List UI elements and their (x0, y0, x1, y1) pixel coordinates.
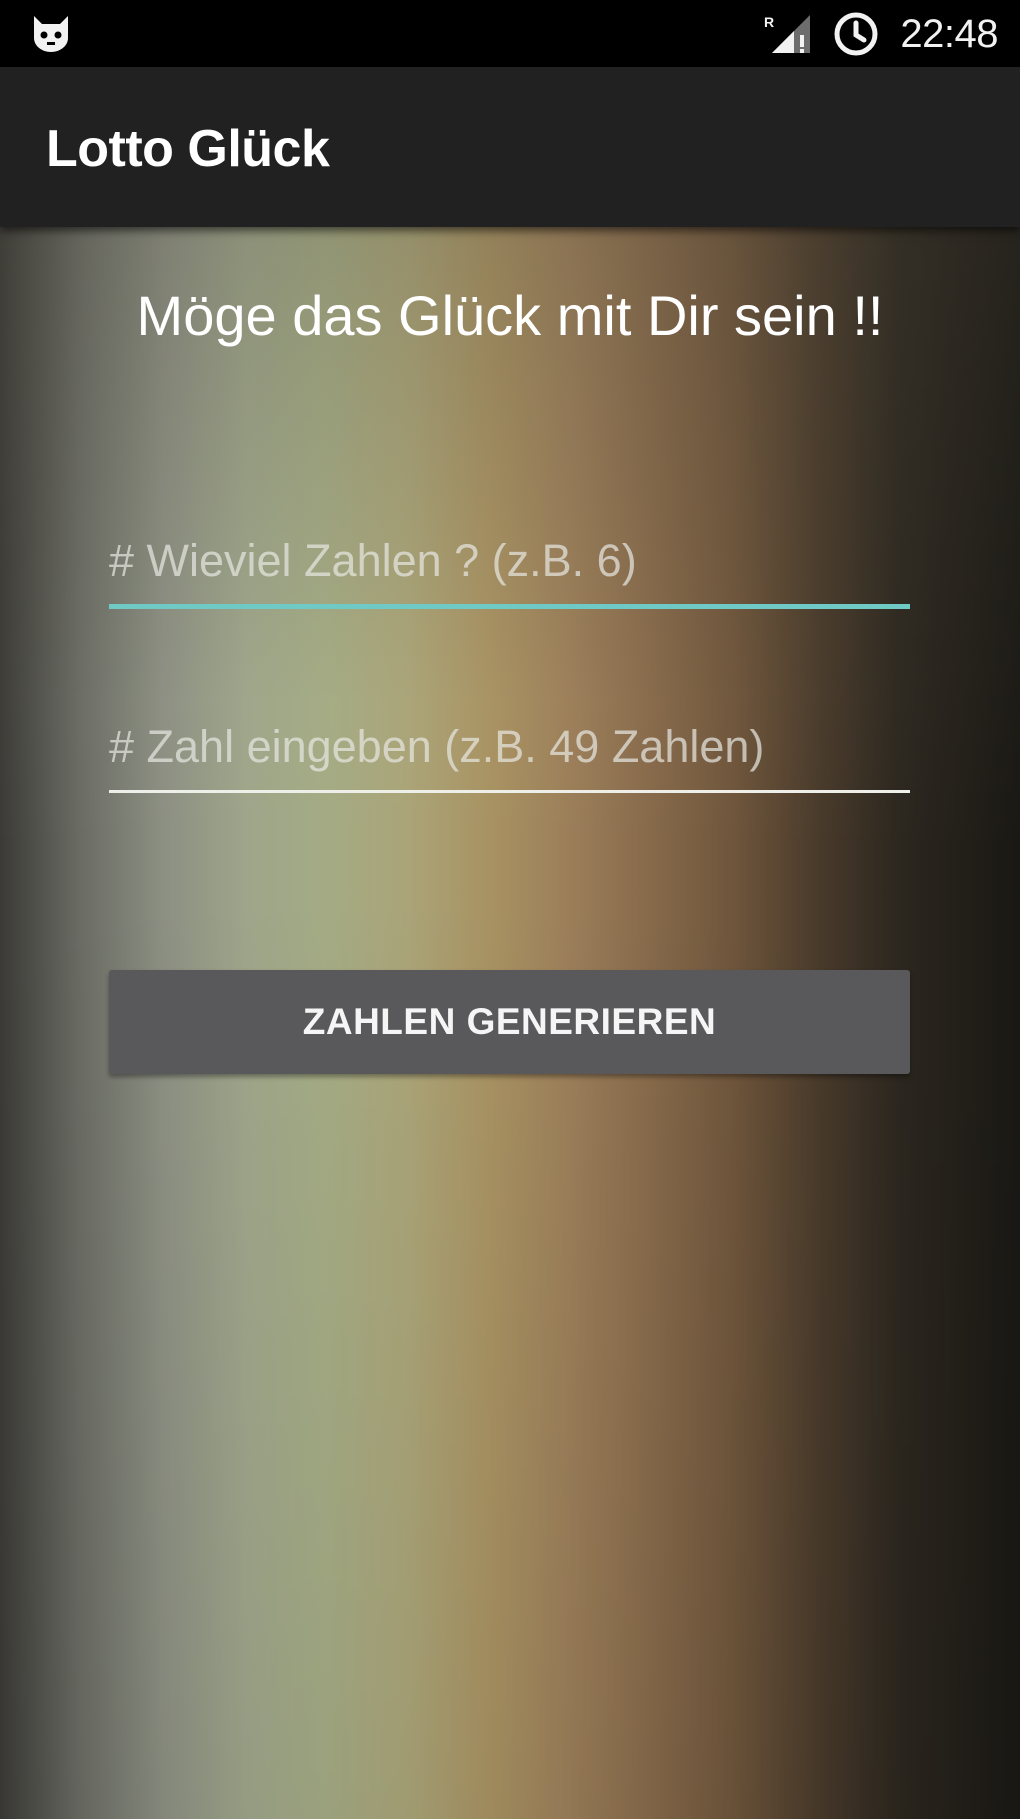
number-range-field[interactable] (109, 718, 910, 793)
alarm-clock-icon (834, 12, 878, 56)
cellular-signal-icon: R (764, 14, 811, 53)
number-range-underline (109, 790, 910, 793)
number-count-underline (109, 604, 910, 609)
number-count-input[interactable] (109, 532, 910, 604)
number-range-input[interactable] (109, 718, 910, 790)
status-bar: R 22:48 (0, 0, 1020, 67)
number-count-field[interactable] (109, 532, 910, 609)
status-icons: R 22:48 (764, 12, 998, 56)
app-title: Lotto Glück (46, 120, 330, 178)
cat-notification-icon (34, 16, 68, 52)
greeting-text: Möge das Glück mit Dir sein !! (136, 284, 884, 347)
svg-text:R: R (764, 14, 774, 30)
status-time: 22:48 (900, 11, 998, 56)
app-bar: Lotto Glück (0, 67, 1020, 227)
generate-numbers-button[interactable]: ZAHLEN GENERIEREN (109, 970, 910, 1074)
